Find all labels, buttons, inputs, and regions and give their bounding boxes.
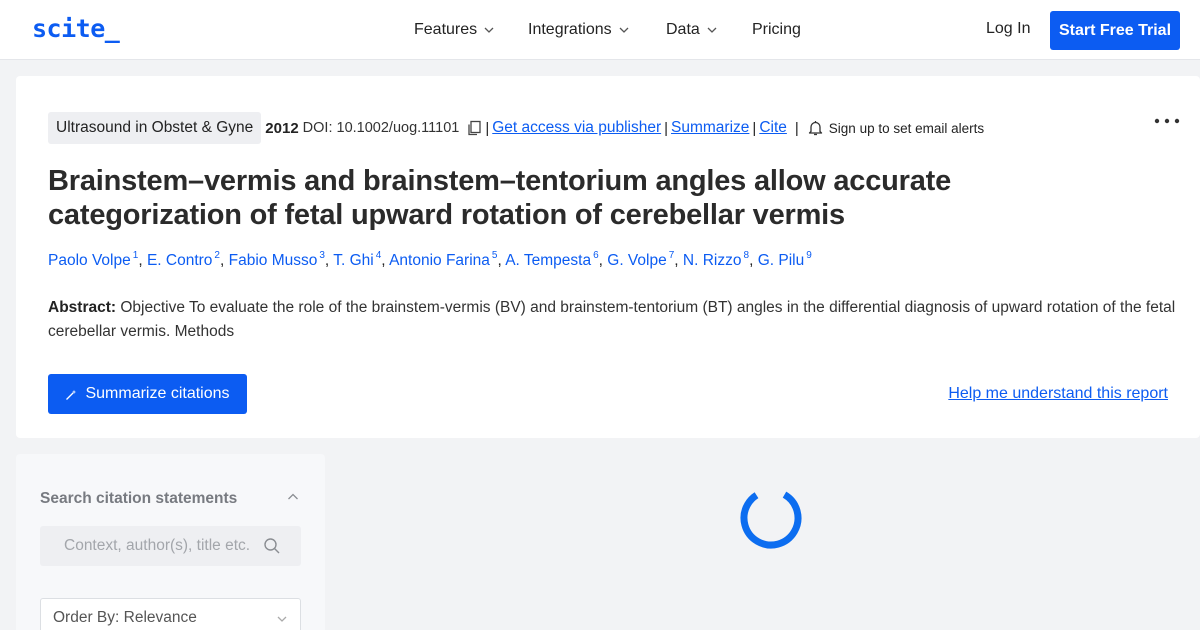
- nav-pricing[interactable]: Pricing: [752, 20, 801, 40]
- author-link[interactable]: N. Rizzo: [683, 252, 742, 269]
- paper-card: Ultrasound in Obstet & Gyne 2012 DOI: 10…: [16, 76, 1200, 438]
- journal-badge[interactable]: Ultrasound in Obstet & Gyne: [48, 112, 262, 144]
- citation-search-panel: Search citation statements Order By: Rel…: [16, 454, 325, 630]
- author-link[interactable]: G. Pilu: [758, 252, 805, 269]
- paper-title: Brainstem–vermis and brainstem–tentorium…: [48, 165, 952, 231]
- copy-icon[interactable]: [466, 120, 482, 136]
- author-link[interactable]: G. Volpe: [607, 252, 666, 269]
- separator: |: [752, 119, 757, 137]
- summarize-citations-label: Summarize citations: [85, 385, 230, 402]
- doi-text: DOI: 10.1002/uog.11101: [302, 120, 460, 136]
- chevron-down-icon: [276, 612, 288, 624]
- author-link[interactable]: Antonio Farina: [389, 252, 490, 269]
- author-list: Paolo Volpe 1, E. Contro 2, Fabio Musso 3, …: [48, 250, 812, 269]
- author-affiliation: 4: [375, 250, 382, 261]
- nav-features[interactable]: Features: [414, 20, 495, 40]
- abstract: Abstract: Objective To evaluate the role…: [48, 296, 1178, 344]
- search-citation-heading: Search citation statements: [40, 490, 238, 507]
- citation-search-box: [40, 526, 301, 566]
- start-free-trial-button[interactable]: Start Free Trial: [1050, 11, 1180, 50]
- nav-integrations-label: Integrations: [528, 21, 612, 38]
- author-affiliation: 9: [806, 250, 812, 261]
- chevron-down-icon: [618, 24, 630, 36]
- author-link[interactable]: Fabio Musso: [229, 252, 318, 269]
- nav-features-label: Features: [414, 21, 478, 38]
- chevron-down-icon: [706, 24, 718, 36]
- chevron-up-icon[interactable]: [287, 489, 299, 500]
- top-navbar: scite_ Features Integrations Data Pricin…: [0, 0, 1200, 60]
- paper-meta-row: Ultrasound in Obstet & Gyne 2012 DOI: 10…: [48, 112, 984, 144]
- author-affiliation: 3: [319, 250, 325, 261]
- summarize-citations-button[interactable]: Summarize citations: [48, 374, 247, 414]
- login-link[interactable]: Log In: [986, 20, 1030, 38]
- search-icon[interactable]: [263, 537, 281, 555]
- get-access-link[interactable]: Get access via publisher: [492, 119, 661, 137]
- author-link[interactable]: A. Tempesta: [505, 252, 591, 269]
- cite-link[interactable]: Cite: [759, 119, 787, 137]
- author-link[interactable]: Paolo Volpe: [48, 252, 131, 269]
- separator: |: [794, 119, 799, 137]
- separator: |: [485, 119, 490, 137]
- publication-year: 2012: [265, 119, 299, 137]
- summarize-link[interactable]: Summarize: [671, 119, 749, 137]
- nav-integrations[interactable]: Integrations: [528, 20, 630, 40]
- more-icon[interactable]: [1154, 112, 1180, 124]
- loading-spinner-icon: [738, 485, 804, 551]
- email-alerts-link[interactable]: Sign up to set email alerts: [829, 121, 984, 136]
- author-link[interactable]: E. Contro: [147, 252, 212, 269]
- nav-data-label: Data: [666, 21, 700, 38]
- separator: |: [664, 119, 669, 137]
- abstract-text: Objective To evaluate the role of the br…: [48, 299, 1176, 340]
- author-affiliation: 7: [668, 250, 675, 261]
- chevron-down-icon: [483, 24, 495, 36]
- author-affiliation: 8: [743, 250, 750, 261]
- help-understand-report-link[interactable]: Help me understand this report: [948, 385, 1168, 403]
- author-affiliation: 6: [593, 250, 599, 261]
- author-link[interactable]: T. Ghi: [333, 252, 373, 269]
- order-by-value: Order By: Relevance: [53, 609, 197, 626]
- magic-wand-icon: [65, 388, 77, 400]
- scite-logo[interactable]: scite_: [32, 14, 120, 43]
- author-affiliation: 5: [491, 250, 498, 261]
- nav-data[interactable]: Data: [666, 20, 718, 40]
- abstract-label: Abstract:: [48, 299, 117, 316]
- author-affiliation: 1: [132, 250, 139, 261]
- citation-search-input[interactable]: [40, 526, 301, 566]
- nav-pricing-label: Pricing: [752, 21, 801, 38]
- bell-icon[interactable]: [808, 120, 823, 136]
- order-by-select[interactable]: Order By: Relevance: [40, 598, 301, 630]
- author-affiliation: 2: [214, 250, 220, 261]
